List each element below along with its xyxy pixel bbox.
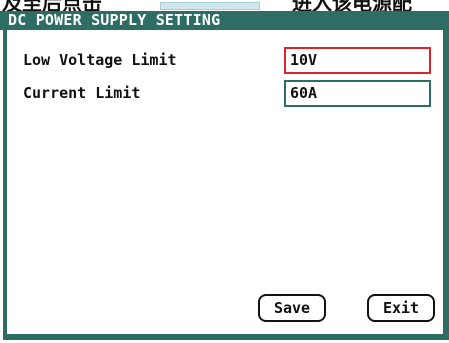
low-voltage-limit-label: Low Voltage Limit (23, 51, 177, 69)
exit-button[interactable]: Exit (367, 294, 435, 322)
low-voltage-limit-field[interactable]: 10V (284, 47, 431, 74)
settings-panel: Low Voltage Limit 10V Current Limit 60A … (3, 30, 449, 340)
dc-power-supply-setting-dialog: DC POWER SUPPLY SETTING Low Voltage Limi… (0, 11, 449, 343)
background-inline-image (160, 2, 260, 10)
dialog-title: DC POWER SUPPLY SETTING (8, 11, 221, 29)
save-button[interactable]: Save (258, 294, 326, 322)
dialog-titlebar: DC POWER SUPPLY SETTING (0, 11, 449, 30)
current-limit-label: Current Limit (23, 84, 141, 102)
current-limit-field[interactable]: 60A (284, 80, 431, 107)
